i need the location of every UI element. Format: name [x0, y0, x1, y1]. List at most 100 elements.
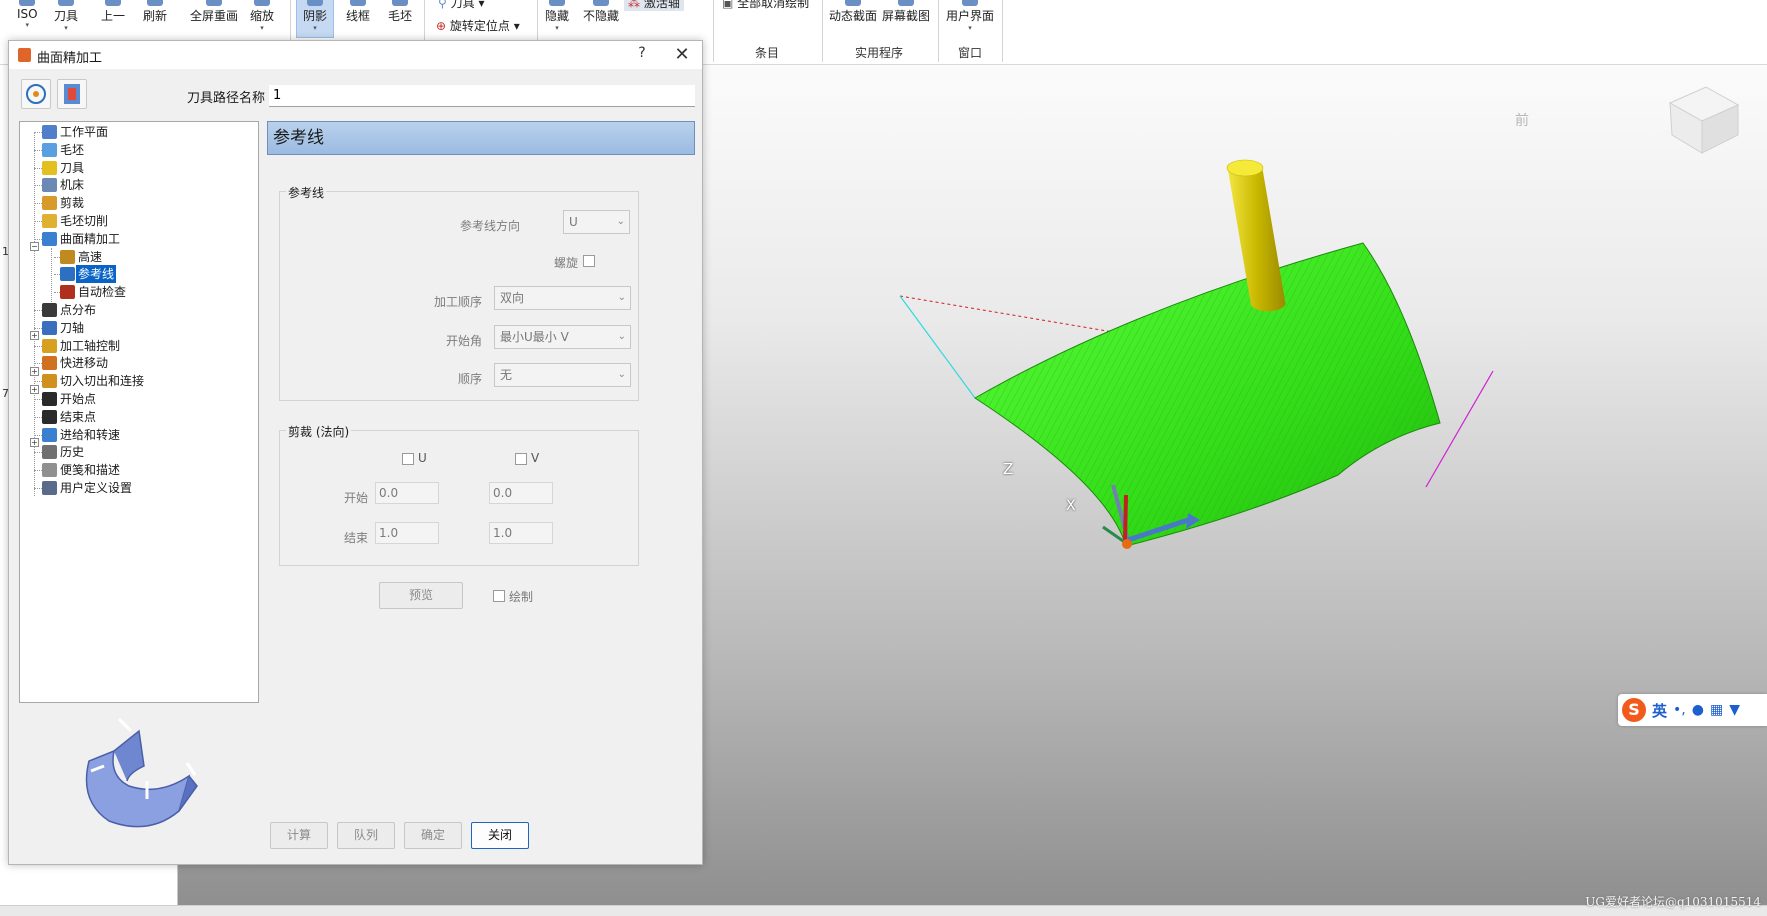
trim-normal-group: 剪裁 (法向) U V 开始 0.0 0.0 结束 1.0 1.0 [279, 423, 639, 566]
tree-item-label: 毛坯 [60, 142, 85, 157]
expand-icon[interactable]: + [30, 331, 39, 340]
start-corner-select[interactable]: 最小U最小 V ⌄ [494, 325, 631, 349]
user-settings-icon [42, 481, 57, 495]
previous-view-button[interactable]: 上一 [101, 0, 125, 24]
trim-v-start-input[interactable]: 0.0 [489, 482, 553, 504]
chevron-down-icon: ⌄ [617, 369, 626, 380]
sequence-select[interactable]: 无 ⌄ [494, 363, 631, 387]
direction-select[interactable]: U ⌄ [563, 210, 630, 234]
trim-u-end-input[interactable]: 1.0 [375, 522, 439, 544]
refresh-button[interactable]: 刷新 [143, 0, 167, 24]
rotate-point-icon: ⊕ [436, 19, 450, 33]
active-axis-icon: ⁂ [628, 0, 644, 10]
group-title: 剪裁 (法向) [286, 423, 352, 440]
user-interface-button[interactable]: 用户界面 ▾ [946, 0, 994, 32]
iso-view-button[interactable]: ISO ▾ [17, 0, 38, 29]
shirt-icon[interactable]: ▼ [1729, 702, 1740, 718]
preview-button[interactable]: 预览 [379, 582, 463, 609]
app-icon [18, 48, 31, 62]
dialog-titlebar[interactable]: 曲面精加工 ? ✕ [9, 41, 702, 69]
toolpath-name-input[interactable] [269, 85, 695, 107]
chevron-down-icon: ⌄ [617, 331, 626, 342]
ime-punctuation-toggle[interactable]: •, [1673, 702, 1686, 718]
previous-icon [105, 0, 121, 6]
queue-button[interactable]: 队列 [337, 822, 395, 849]
rotate-point-button[interactable]: ⊕ 旋转定位点 ▾ [436, 17, 520, 34]
spiral-checkbox[interactable] [583, 255, 595, 267]
block-view-button[interactable]: 毛坯 [388, 0, 412, 24]
tree-item-label: 刀具 [60, 160, 85, 175]
rapid-move-icon [42, 356, 57, 371]
expand-icon[interactable]: + [30, 367, 39, 376]
trim-u-checkbox[interactable] [402, 453, 414, 465]
tree-item-label: 自动检查 [78, 285, 127, 300]
tool-dropdown-button[interactable]: ⚲ 刀具 ▾ [438, 0, 484, 11]
tree-item-label: 用户定义设置 [60, 481, 133, 495]
unhide-button[interactable]: 不隐藏 [583, 0, 619, 24]
trim-v-checkbox[interactable] [515, 453, 527, 465]
undraw-icon: ▣ [722, 0, 738, 10]
zoom-button[interactable]: 缩放 ▾ [250, 0, 274, 32]
tree-item-label: 机床 [60, 178, 85, 193]
hide-button[interactable]: 隐藏 ▾ [545, 0, 569, 32]
help-button[interactable]: ? [632, 45, 652, 65]
redraw-icon [206, 0, 222, 6]
undraw-all-button[interactable]: ▣ 全部取消绘制 [722, 0, 809, 11]
tree-item-label: 剪裁 [60, 196, 85, 211]
end-point-icon [42, 409, 57, 424]
dynamic-section-button[interactable]: 动态截面 [829, 0, 877, 24]
draw-checkbox[interactable] [493, 590, 505, 602]
trim-v-end-input[interactable]: 1.0 [489, 522, 553, 544]
keyboard-icon[interactable]: ▦ [1710, 702, 1723, 718]
status-bar [0, 905, 1767, 916]
trim-start-label: 开始 [343, 491, 368, 505]
workplane-icon [42, 125, 57, 139]
workplane-origin [1122, 539, 1132, 549]
trim-v-label: V [531, 451, 540, 465]
block-icon [392, 0, 408, 6]
tool-tip [1226, 159, 1264, 177]
mic-icon[interactable]: ● [1692, 702, 1704, 718]
tree-item-label: 便笺和描述 [60, 463, 121, 478]
tool-view-button[interactable]: 刀具 ▾ [54, 0, 78, 32]
strategy-selector-icon[interactable] [57, 79, 87, 109]
shade-icon [307, 0, 323, 6]
expand-icon[interactable]: + [30, 438, 39, 447]
limit-icon [42, 196, 57, 211]
tool-small-icon: ⚲ [438, 0, 451, 10]
group-label-utilities: 实用程序 [855, 46, 904, 60]
order-select[interactable]: 双向 ⌄ [494, 286, 631, 310]
machine-icon [42, 178, 57, 193]
surface-finish-icon [42, 231, 57, 246]
watermark-text: UG爱好者论坛@q1031015514 [1585, 895, 1761, 909]
full-redraw-button[interactable]: 全屏重画 [190, 0, 238, 24]
tree-item-label: 开始点 [60, 392, 97, 406]
toolpath-settings-tree[interactable]: − + + + + 工作平面 毛坯 刀具 机床 剪裁 毛坯切削 曲面精加工 高速 参考线 自动检查… [19, 121, 259, 703]
trim-u-start-input[interactable]: 0.0 [375, 482, 439, 504]
active-axis-button[interactable]: ⁂ 激活轴 [624, 0, 684, 11]
expand-icon[interactable]: + [30, 385, 39, 394]
axis-control-icon [42, 338, 57, 353]
chevron-down-icon: ⌄ [617, 292, 626, 303]
shade-button[interactable]: 阴影 ▾ [296, 0, 335, 38]
surface-finishing-dialog: 曲面精加工 ? ✕ 刀具路径名称 − + + + + 工作平面毛坯刀具机床剪裁毛… [8, 40, 703, 865]
tool-view-icon [58, 0, 74, 6]
close-button[interactable]: ✕ [671, 44, 693, 66]
calculate-button[interactable]: 计算 [270, 822, 328, 849]
notes-icon [42, 463, 57, 478]
reference-line-group: 参考线 参考线方向 U ⌄ 螺旋 加工顺序 双向 ⌄ 开始角 最小U最小 V ⌄ 顺序… [279, 184, 639, 401]
toolpath-settings-icon[interactable] [21, 79, 51, 109]
tree-item-label: 刀轴 [60, 320, 85, 335]
ime-toolbar[interactable]: S 英 •, ● ▦ ▼ [1618, 694, 1767, 726]
screenshot-button[interactable]: 屏幕截图 [882, 0, 930, 24]
close-dialog-button[interactable]: 关闭 [471, 822, 529, 849]
tree-item-label: 进给和转速 [60, 427, 121, 442]
tool-icon [42, 160, 57, 175]
chevron-down-icon: ⌄ [616, 216, 625, 227]
y-axis [1123, 494, 1128, 543]
ok-button[interactable]: 确定 [404, 822, 462, 849]
collapse-icon[interactable]: − [30, 242, 39, 251]
wireframe-button[interactable]: 线框 [346, 0, 370, 24]
sogou-logo-icon[interactable]: S [1622, 698, 1646, 722]
ime-language-toggle[interactable]: 英 [1652, 700, 1667, 721]
